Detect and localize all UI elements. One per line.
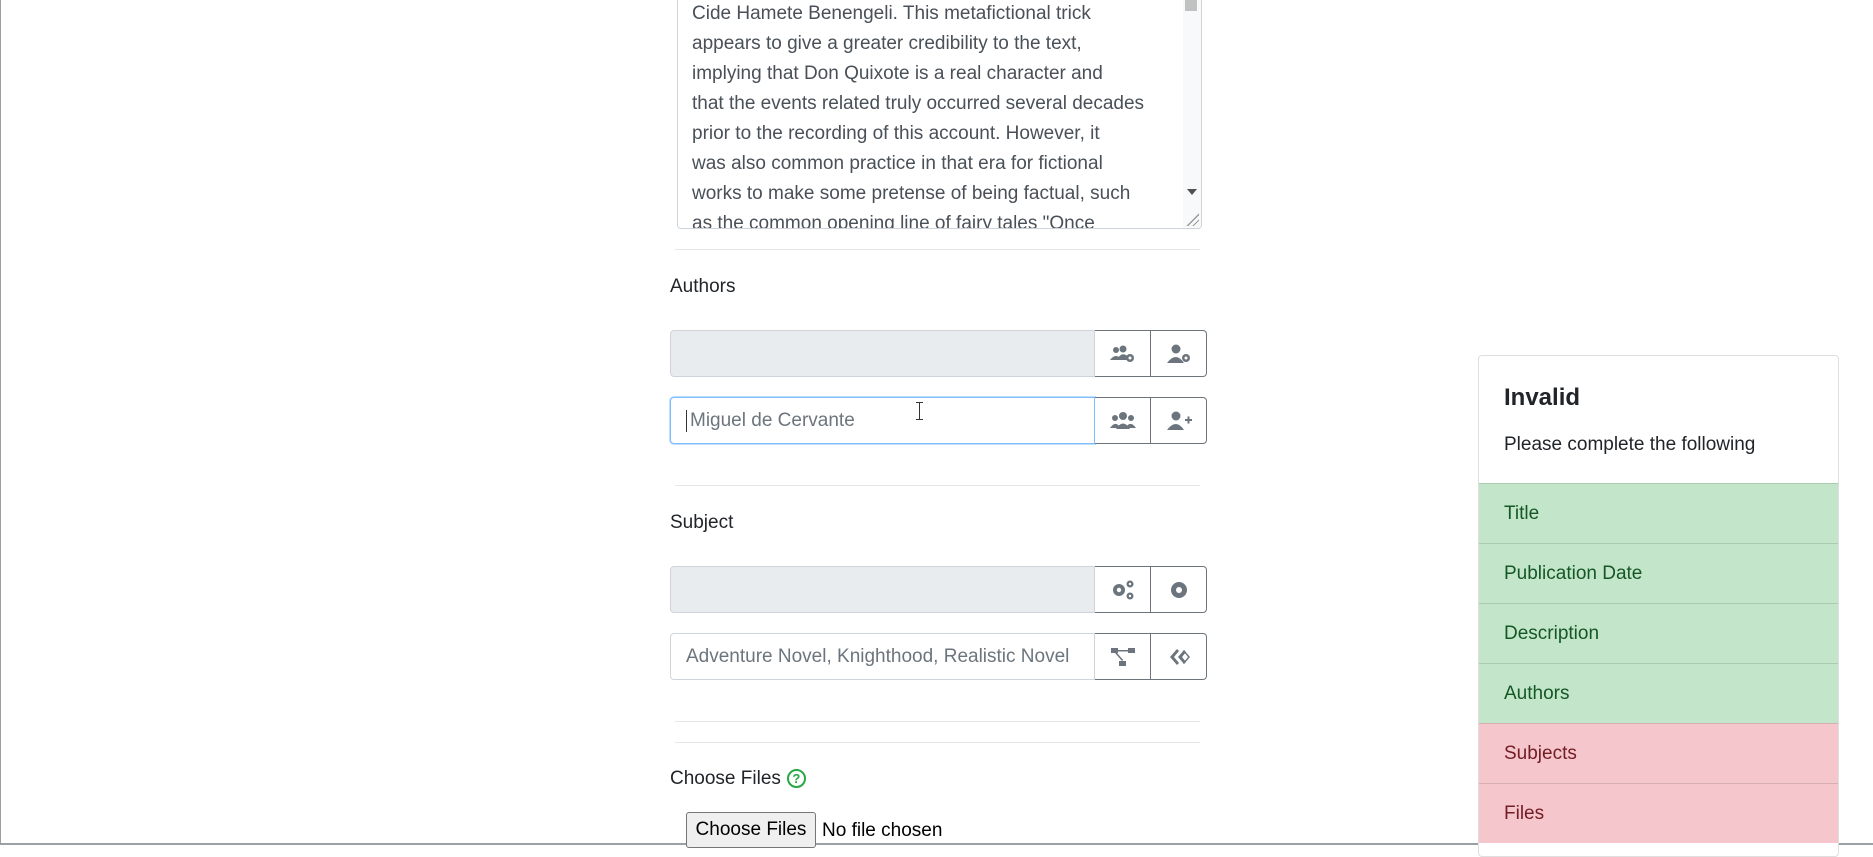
select-authors-button[interactable] xyxy=(1095,397,1151,444)
validation-item-subjects[interactable]: Subjects xyxy=(1479,723,1838,783)
divider xyxy=(675,485,1200,486)
validation-item-description[interactable]: Description xyxy=(1479,603,1838,663)
description-scrollbar[interactable] xyxy=(1183,0,1201,228)
user-cog-icon xyxy=(1166,344,1190,363)
subject-input-placeholder: Adventure Novel, Knighthood, Realistic N… xyxy=(686,645,1070,667)
choose-files-label-row: Choose Files? xyxy=(670,768,806,790)
manage-subjects-button[interactable] xyxy=(1095,566,1151,613)
validation-item-title[interactable]: Title xyxy=(1479,483,1838,543)
validation-item-publication-date[interactable]: Publication Date xyxy=(1479,543,1838,603)
mouse-cursor-ibeam xyxy=(915,402,925,420)
divider xyxy=(675,721,1200,722)
subject-label: Subject xyxy=(670,512,734,533)
file-status-text: No file chosen xyxy=(822,820,943,841)
authors-label: Authors xyxy=(670,276,736,297)
subject-suggest-button[interactable] xyxy=(1151,633,1207,680)
hubspot-icon xyxy=(1169,648,1190,665)
text-caret xyxy=(686,409,687,432)
validation-panel: Invalid Please complete the following Ti… xyxy=(1478,355,1839,857)
cog-icon xyxy=(1170,581,1187,598)
validation-subtitle: Please complete the following xyxy=(1504,434,1756,455)
subject-input-group: Adventure Novel, Knighthood, Realistic N… xyxy=(670,633,1207,680)
author-name-input[interactable]: Miguel de Cervante xyxy=(670,397,1095,444)
add-author-button[interactable] xyxy=(1151,397,1207,444)
user-plus-icon xyxy=(1166,411,1192,430)
validation-title: Invalid xyxy=(1504,384,1581,411)
choose-files-button[interactable]: Choose Files xyxy=(686,812,816,848)
authors-input-group: Miguel de Cervante xyxy=(670,397,1207,444)
scrollbar-thumb[interactable] xyxy=(1185,0,1197,11)
description-textarea[interactable]: Cide Hamete Benengeli. This metafictiona… xyxy=(677,0,1202,229)
choose-files-label: Choose Files xyxy=(670,768,781,789)
validation-item-files[interactable]: Files xyxy=(1479,783,1838,843)
users-icon xyxy=(1109,411,1136,429)
subject-readonly-group xyxy=(670,566,1207,613)
divider xyxy=(675,249,1200,250)
cogs-icon xyxy=(1112,580,1133,599)
description-text: Cide Hamete Benengeli. This metafictiona… xyxy=(692,3,1145,229)
help-icon[interactable]: ? xyxy=(786,769,806,789)
resize-grip-icon[interactable] xyxy=(1185,212,1199,226)
manage-author-button[interactable] xyxy=(1151,330,1207,377)
subject-readonly-field xyxy=(670,566,1095,613)
project-diagram-icon xyxy=(1110,647,1135,666)
subject-input[interactable]: Adventure Novel, Knighthood, Realistic N… xyxy=(670,633,1095,680)
author-input-placeholder: Miguel de Cervante xyxy=(690,409,855,431)
manage-authors-button[interactable] xyxy=(1095,330,1151,377)
validation-list: Title Publication Date Description Autho… xyxy=(1479,483,1838,843)
window-left-border xyxy=(0,0,1,845)
authors-readonly-group xyxy=(670,330,1207,377)
divider xyxy=(675,742,1200,743)
users-cog-icon xyxy=(1109,345,1134,362)
authors-readonly-field xyxy=(670,330,1095,377)
validation-item-authors[interactable]: Authors xyxy=(1479,663,1838,723)
scroll-down-arrow-icon[interactable] xyxy=(1187,189,1197,195)
manage-subject-button[interactable] xyxy=(1151,566,1207,613)
subject-hierarchy-button[interactable] xyxy=(1095,633,1151,680)
